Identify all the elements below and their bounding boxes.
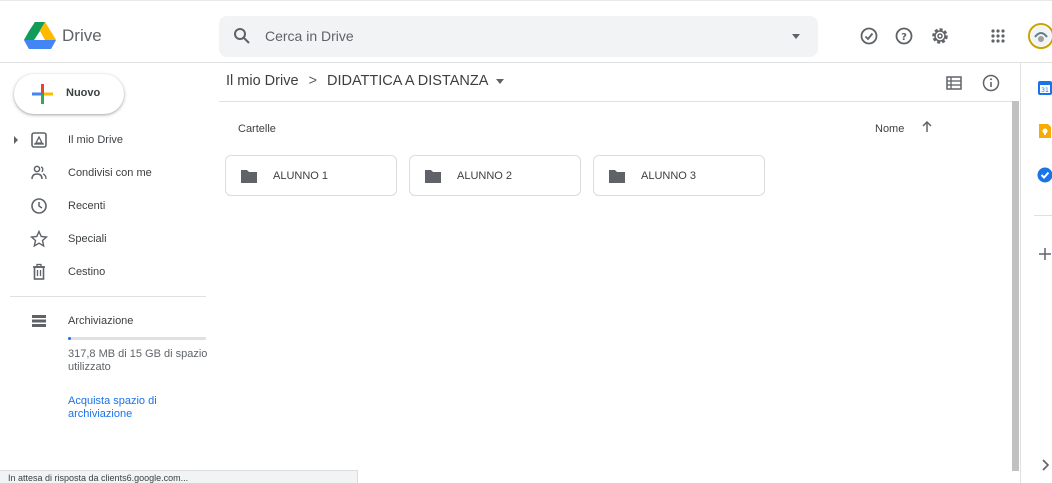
main-scrollbar[interactable]	[1012, 101, 1019, 471]
folder-card[interactable]: ALUNNO 1	[225, 155, 397, 196]
storage-usage-bar	[68, 337, 206, 340]
info-icon[interactable]	[982, 74, 1000, 92]
add-addon-plus-icon[interactable]	[1036, 245, 1052, 263]
folder-name: ALUNNO 1	[273, 170, 329, 182]
folders-section-title: Cartelle	[238, 123, 276, 135]
breadcrumb: Il mio Drive > DIDATTICA A DISTANZA	[226, 73, 505, 93]
sidebar-item-starred[interactable]: Speciali	[0, 223, 205, 255]
breadcrumb-separator: >	[308, 73, 317, 90]
side-panel-divider	[1020, 63, 1021, 483]
search-bar[interactable]: Cerca in Drive	[219, 16, 818, 57]
folder-icon	[241, 170, 257, 183]
plus-icon	[32, 84, 53, 104]
trash-icon	[33, 263, 45, 280]
clock-icon	[31, 198, 47, 214]
folder-icon	[609, 170, 625, 183]
storage-usage-text: 317,8 MB di 15 GB di spazio utilizzato	[68, 348, 208, 373]
sidebar-item-my-drive[interactable]: Il mio Drive	[0, 124, 205, 156]
sidebar-item-label: Recenti	[68, 200, 106, 212]
offline-ready-icon[interactable]	[859, 26, 879, 46]
keep-notes-icon[interactable]	[1036, 122, 1052, 140]
content-divider	[219, 101, 1019, 102]
folder-card[interactable]: ALUNNO 3	[593, 155, 765, 196]
list-view-icon[interactable]	[945, 74, 963, 92]
side-panel-separator	[1034, 215, 1052, 216]
new-button-label: Nuovo	[66, 87, 101, 99]
browser-status-bar: In attesa di risposta da clients6.google…	[0, 470, 358, 483]
search-options-dropdown-icon[interactable]	[792, 34, 800, 39]
svg-text:?: ?	[901, 32, 907, 43]
sidebar-item-label: Speciali	[68, 233, 107, 245]
sort-ascending-arrow-icon[interactable]	[920, 120, 934, 134]
tasks-icon[interactable]	[1036, 166, 1052, 184]
sidebar-item-trash[interactable]: Cestino	[0, 256, 205, 288]
help-icon[interactable]: ?	[894, 26, 914, 46]
storage-usage-fill	[68, 337, 71, 340]
breadcrumb-current-folder[interactable]: DIDATTICA A DISTANZA	[327, 73, 488, 89]
apps-grid-icon[interactable]	[988, 26, 1008, 46]
folder-name: ALUNNO 2	[457, 170, 513, 182]
new-button[interactable]: Nuovo	[14, 74, 124, 114]
calendar-icon[interactable]: 31	[1036, 79, 1052, 97]
sort-by-name-button[interactable]: Nome	[875, 123, 904, 135]
search-icon[interactable]	[233, 27, 251, 45]
account-avatar[interactable]	[1028, 23, 1052, 49]
my-drive-icon	[31, 132, 47, 148]
avatar-image-icon	[1031, 26, 1051, 46]
sidebar-divider	[10, 296, 206, 297]
breadcrumb-root[interactable]: Il mio Drive	[226, 73, 299, 89]
expand-panel-chevron-icon[interactable]	[1036, 456, 1052, 474]
sidebar-item-label: Il mio Drive	[68, 134, 124, 146]
folder-icon	[425, 170, 441, 183]
settings-gear-icon[interactable]	[930, 26, 950, 46]
sidebar-item-label: Condivisi con me	[68, 167, 152, 179]
sidebar-item-shared[interactable]: Condivisi con me	[0, 157, 205, 189]
expand-caret-icon[interactable]	[14, 136, 18, 144]
star-icon	[30, 230, 48, 248]
brand-name[interactable]: Drive	[62, 26, 102, 46]
folder-card[interactable]: ALUNNO 2	[409, 155, 581, 196]
sidebar-item-storage[interactable]: Archiviazione	[0, 305, 205, 337]
storage-icon	[32, 315, 46, 327]
search-input[interactable]: Cerca in Drive	[265, 28, 354, 44]
folder-name: ALUNNO 3	[641, 170, 697, 182]
buy-storage-link[interactable]: Acquista spazio di archiviazione	[68, 395, 188, 421]
svg-text:31: 31	[1041, 87, 1049, 94]
folder-menu-dropdown-icon[interactable]	[496, 78, 505, 84]
top-bar: Drive Cerca in Drive ?	[0, 0, 1052, 63]
sidebar-item-label: Cestino	[68, 266, 106, 278]
shared-with-me-icon	[31, 165, 47, 180]
drive-logo-icon[interactable]	[24, 22, 56, 50]
storage-label: Archiviazione	[68, 315, 134, 327]
sidebar-item-recent[interactable]: Recenti	[0, 190, 205, 222]
